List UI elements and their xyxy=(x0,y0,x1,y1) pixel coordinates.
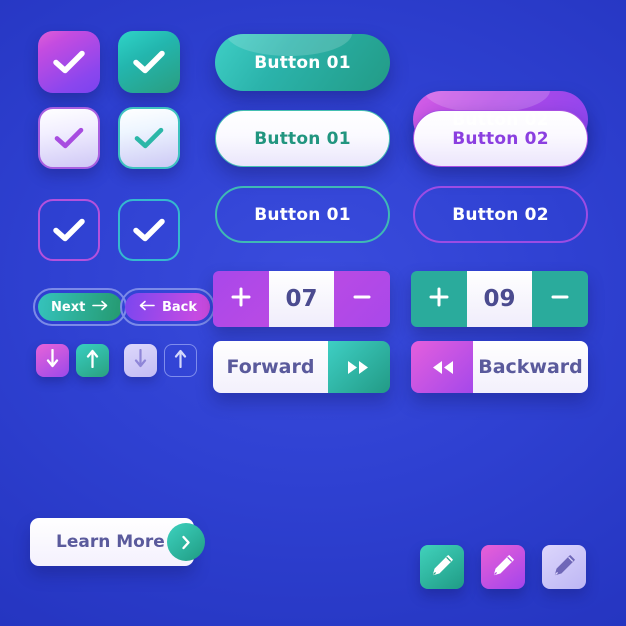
stepper-increment-button[interactable] xyxy=(411,271,467,327)
check-icon xyxy=(52,217,86,243)
edit-button-teal[interactable] xyxy=(420,545,464,589)
checkbox-light-teal[interactable] xyxy=(118,107,180,169)
arrow-left-icon xyxy=(138,300,155,315)
forward-label: Forward xyxy=(213,341,328,393)
check-icon xyxy=(133,126,165,150)
chevron-right-icon[interactable] xyxy=(167,523,205,561)
checkbox-solid-purple[interactable] xyxy=(38,31,100,93)
backward-button[interactable]: Backward xyxy=(411,341,588,393)
button-label: Button 01 xyxy=(254,204,351,225)
next-button-inner[interactable]: Next xyxy=(38,293,123,321)
stepper-value[interactable]: 07 xyxy=(269,271,334,327)
stepper-decrement-button[interactable] xyxy=(334,271,390,327)
button-label: Button 02 xyxy=(452,204,549,225)
arrow-down-icon xyxy=(46,348,59,372)
arrow-up-icon xyxy=(86,349,99,372)
arrow-up-button-outline[interactable] xyxy=(164,344,197,377)
minus-icon xyxy=(549,286,571,312)
button-label: Button 01 xyxy=(254,128,351,149)
back-button-inner[interactable]: Back xyxy=(125,293,211,321)
button-01-solid[interactable]: Button 01 xyxy=(215,34,390,91)
button-label: Button 02 xyxy=(452,128,549,149)
plus-icon xyxy=(428,286,450,312)
checkbox-solid-teal[interactable] xyxy=(118,31,180,93)
arrow-down-button-purple[interactable] xyxy=(36,344,69,377)
rewind-icon[interactable] xyxy=(411,341,473,393)
next-label: Next xyxy=(51,299,86,315)
stepper-purple: 07 xyxy=(213,271,390,327)
arrow-up-button-teal[interactable] xyxy=(76,344,109,377)
button-label: Button 01 xyxy=(254,52,351,73)
check-icon xyxy=(132,49,166,75)
learn-more-label: Learn More xyxy=(56,532,165,552)
fast-forward-icon[interactable] xyxy=(328,341,390,393)
edit-button-purple[interactable] xyxy=(481,545,525,589)
checkbox-outline-purple[interactable] xyxy=(38,199,100,261)
arrow-down-button-light[interactable] xyxy=(124,344,157,377)
check-icon xyxy=(52,49,86,75)
arrow-right-icon xyxy=(92,300,109,315)
pencil-icon xyxy=(552,553,577,582)
forward-button[interactable]: Forward xyxy=(213,341,390,393)
plus-icon xyxy=(230,286,252,312)
edit-button-light[interactable] xyxy=(542,545,586,589)
check-icon xyxy=(132,217,166,243)
checkbox-light-purple[interactable] xyxy=(38,107,100,169)
back-label: Back xyxy=(162,299,198,315)
minus-icon xyxy=(351,286,373,312)
button-01-outline[interactable]: Button 01 xyxy=(215,186,390,243)
backward-label: Backward xyxy=(473,341,588,393)
back-button[interactable]: Back xyxy=(120,288,216,326)
stepper-value[interactable]: 09 xyxy=(467,271,532,327)
pencil-icon xyxy=(430,553,455,582)
stepper-increment-button[interactable] xyxy=(213,271,269,327)
check-icon xyxy=(53,126,85,150)
arrow-up-icon xyxy=(174,349,187,372)
button-label: Button 02 xyxy=(452,109,549,130)
button-01-light[interactable]: Button 01 xyxy=(215,110,390,167)
stepper-decrement-button[interactable] xyxy=(532,271,588,327)
pencil-icon xyxy=(491,553,516,582)
arrow-down-icon xyxy=(134,348,147,372)
stepper-teal: 09 xyxy=(411,271,588,327)
next-button[interactable]: Next xyxy=(33,288,128,326)
button-02-outline[interactable]: Button 02 xyxy=(413,186,588,243)
learn-more-button-teal[interactable]: Learn More xyxy=(30,518,205,566)
checkbox-outline-teal[interactable] xyxy=(118,199,180,261)
ui-kit-canvas: Button 01 Button 02 Button 01 Button 02 … xyxy=(0,0,626,626)
